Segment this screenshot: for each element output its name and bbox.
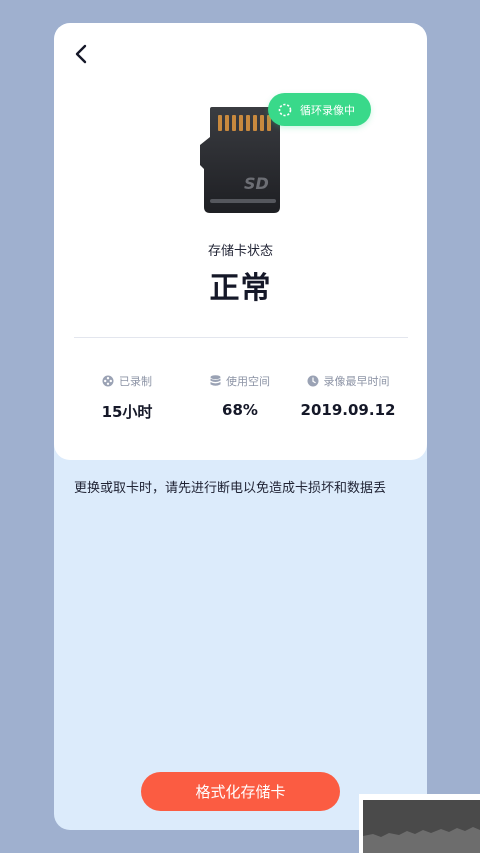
storage-status-label: 存储卡状态 [207, 244, 273, 259]
storage-panel: SD 循环录像中 存储卡状态 正常 已录制 15小时 使用空间 68% 录像最早… [54, 23, 427, 830]
floating-thumbnail[interactable] [359, 794, 480, 853]
loop-badge-text: 循环录像中 [300, 103, 355, 117]
format-storage-button[interactable]: 格式化存储卡 [141, 772, 340, 811]
stat-earliest-label: 录像最早时间 [323, 375, 390, 388]
clock-icon [307, 375, 318, 387]
notice-text: 更换或取卡时，请先进行断电以免造成卡损坏和数据丢 [74, 481, 387, 496]
back-button[interactable] [68, 41, 94, 67]
storage-status-card: SD 循环录像中 存储卡状态 正常 已录制 15小时 使用空间 68% 录像最早… [54, 23, 427, 460]
sd-card-icon: SD [200, 107, 280, 213]
thumbnail-preview [363, 800, 480, 853]
loop-recording-badge: 循环录像中 [268, 93, 371, 126]
stat-earliest-value: 2019.09.12 [300, 401, 396, 419]
chevron-left-icon [75, 44, 87, 64]
stat-recorded: 已录制 15小时 [65, 373, 189, 422]
stat-earliest-recording: 录像最早时间 2019.09.12 [286, 373, 410, 419]
stat-used-space-value: 68% [222, 401, 258, 419]
divider [74, 337, 408, 338]
database-icon [210, 375, 221, 386]
stat-recorded-value: 15小时 [101, 403, 153, 421]
film-reel-icon [102, 375, 114, 387]
loop-icon [278, 103, 292, 117]
stat-used-space: 使用空间 68% [178, 373, 302, 419]
storage-status-value: 正常 [209, 271, 272, 306]
stat-used-space-label: 使用空间 [226, 375, 270, 388]
sd-label: SD [244, 174, 269, 193]
stat-recorded-label: 已录制 [119, 375, 152, 388]
